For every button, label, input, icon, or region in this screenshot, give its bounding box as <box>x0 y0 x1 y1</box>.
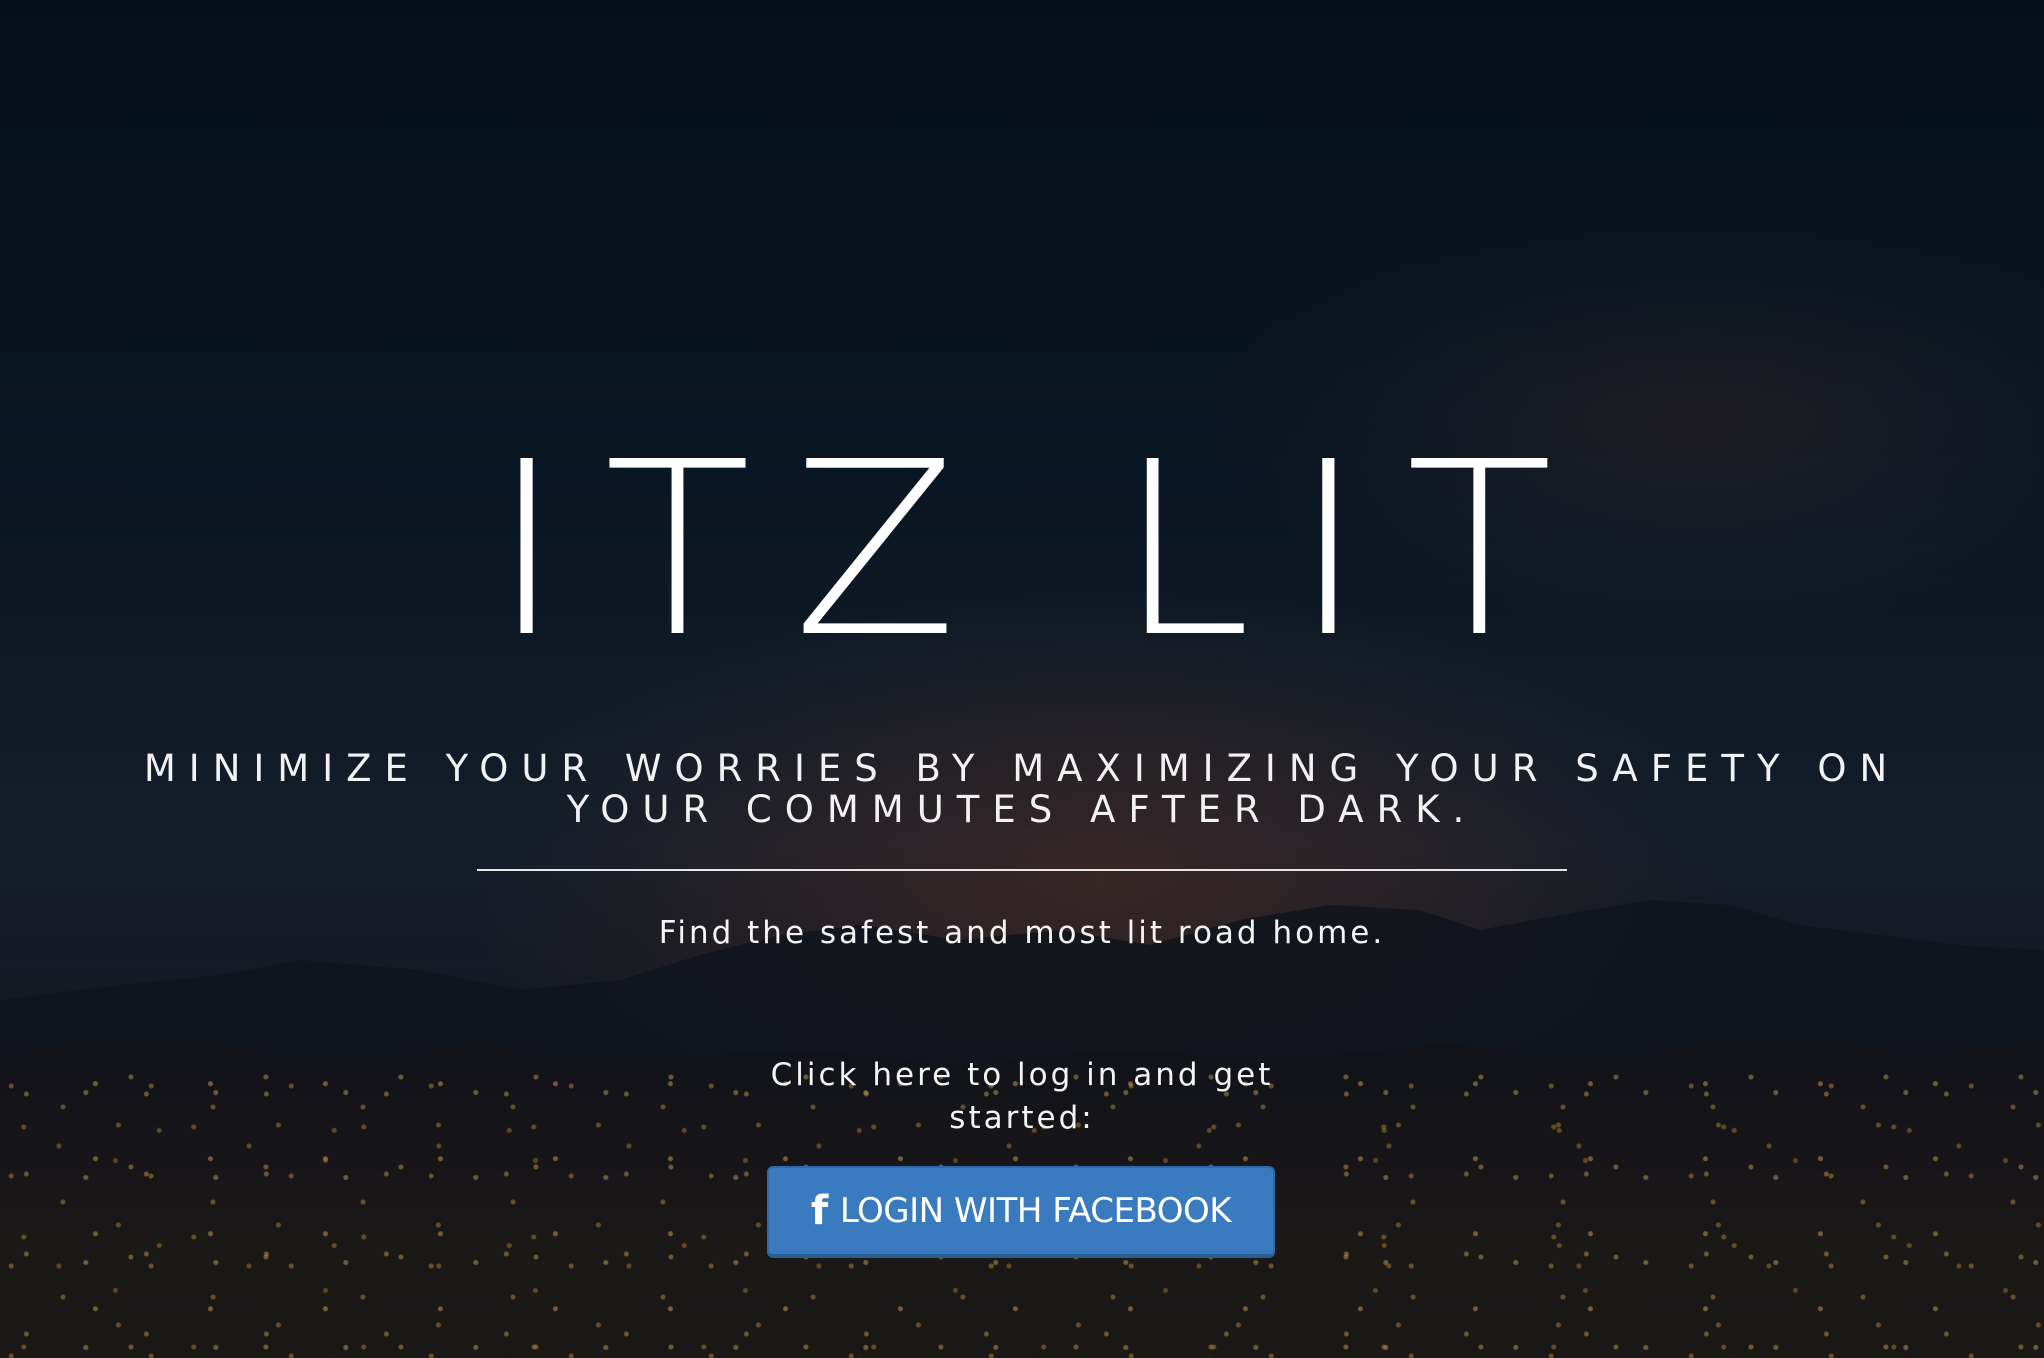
login-button-label: LOGIN WITH FACEBOOK <box>839 1191 1232 1231</box>
hero-content: ITZ LIT MINIMIZE YOUR WORRIES BY MAXIMIZ… <box>0 0 2044 1358</box>
subtitle: Find the safest and most lit road home. <box>658 915 1386 951</box>
login-with-facebook-button[interactable]: f LOGIN WITH FACEBOOK <box>767 1166 1275 1258</box>
divider <box>477 869 1567 871</box>
login-prompt: Click here to log in and get started: <box>770 1057 1274 1136</box>
facebook-icon: f <box>810 1188 828 1234</box>
app-title: ITZ LIT <box>491 410 1595 690</box>
hero-section: ITZ LIT MINIMIZE YOUR WORRIES BY MAXIMIZ… <box>0 0 2044 1358</box>
tagline: MINIMIZE YOUR WORRIES BY MAXIMIZING YOUR… <box>143 747 1901 831</box>
